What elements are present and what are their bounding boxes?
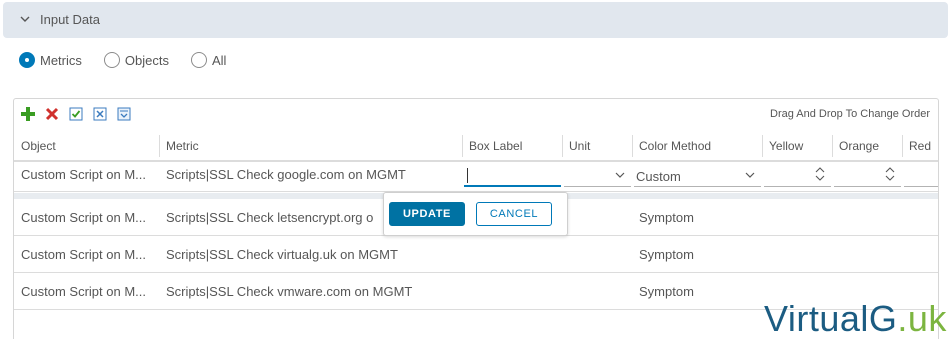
table-row[interactable]: Custom Script on M... Scripts|SSL Check …: [14, 162, 938, 192]
metric-cell: Scripts|SSL Check virtualg.uk on MGMT: [166, 247, 398, 262]
color-method-cell: Symptom: [639, 284, 694, 299]
radio-label-metrics: Metrics: [40, 52, 82, 68]
radio-objects[interactable]: [103, 52, 120, 68]
red-threshold-input[interactable]: [904, 165, 938, 187]
radio-label-objects: Objects: [124, 52, 169, 68]
color-method-cell: Symptom: [639, 210, 694, 225]
column-header-box-label[interactable]: Box Label: [462, 131, 562, 161]
column-header-metric[interactable]: Metric: [159, 131, 462, 161]
radio-option-objects[interactable]: Objects: [103, 52, 169, 68]
grid-toolbar: [20, 106, 140, 122]
spinner-icon[interactable]: [885, 166, 895, 182]
add-icon[interactable]: [20, 106, 36, 122]
object-cell: Custom Script on M...: [21, 284, 146, 299]
radio-option-metrics[interactable]: Metrics: [19, 52, 82, 68]
move-to-bottom-icon[interactable]: [116, 106, 132, 122]
watermark-text-domain: .uk: [897, 298, 947, 339]
color-method-select[interactable]: Custom: [634, 165, 761, 187]
radio-option-all[interactable]: All: [190, 52, 227, 68]
metric-cell: Scripts|SSL Check vmware.com on MGMT: [166, 284, 413, 299]
radio-metrics[interactable]: [19, 52, 35, 68]
unit-select[interactable]: [564, 165, 631, 187]
input-data-section-header[interactable]: Input Data: [3, 2, 948, 38]
table-row[interactable]: Custom Script on M... Scripts|SSL Check …: [14, 236, 938, 273]
section-title: Input Data: [40, 12, 100, 27]
metric-cell: Scripts|SSL Check google.com on MGMT: [166, 167, 406, 182]
color-method-cell: Symptom: [639, 247, 694, 262]
delete-icon[interactable]: [44, 106, 60, 122]
column-header-color-method[interactable]: Color Method: [632, 131, 762, 161]
object-cell: Custom Script on M...: [21, 247, 146, 262]
text-caret: [467, 168, 468, 183]
yellow-threshold-input[interactable]: [764, 165, 831, 187]
cancel-button[interactable]: CANCEL: [476, 202, 552, 226]
box-label-input[interactable]: [464, 165, 561, 187]
watermark-logo: VirtualG.uk: [764, 299, 947, 339]
select-all-icon[interactable]: [68, 106, 84, 122]
watermark-text-main: VirtualG: [764, 298, 898, 339]
row-edit-popover: UPDATE CANCEL: [383, 192, 568, 236]
column-header-unit[interactable]: Unit: [562, 131, 632, 161]
column-header-object[interactable]: Object: [14, 131, 159, 161]
view-mode-radio-group: Metrics Objects All: [19, 51, 248, 69]
drag-drop-hint: Drag And Drop To Change Order: [770, 108, 930, 120]
chevron-down-icon: [20, 16, 30, 22]
spinner-icon[interactable]: [815, 166, 825, 182]
object-cell: Custom Script on M...: [21, 167, 146, 182]
column-header-red[interactable]: Red: [902, 131, 938, 161]
chevron-down-icon: [745, 172, 755, 178]
deselect-all-icon[interactable]: [92, 106, 108, 122]
column-header-yellow[interactable]: Yellow: [762, 131, 832, 161]
column-header-orange[interactable]: Orange: [832, 131, 902, 161]
update-button[interactable]: UPDATE: [389, 202, 465, 226]
chevron-down-icon: [615, 172, 625, 178]
radio-label-all: All: [211, 52, 227, 68]
orange-threshold-input[interactable]: [834, 165, 901, 187]
object-cell: Custom Script on M...: [21, 210, 146, 225]
color-method-value: Custom: [636, 169, 681, 184]
radio-all[interactable]: [190, 52, 207, 68]
